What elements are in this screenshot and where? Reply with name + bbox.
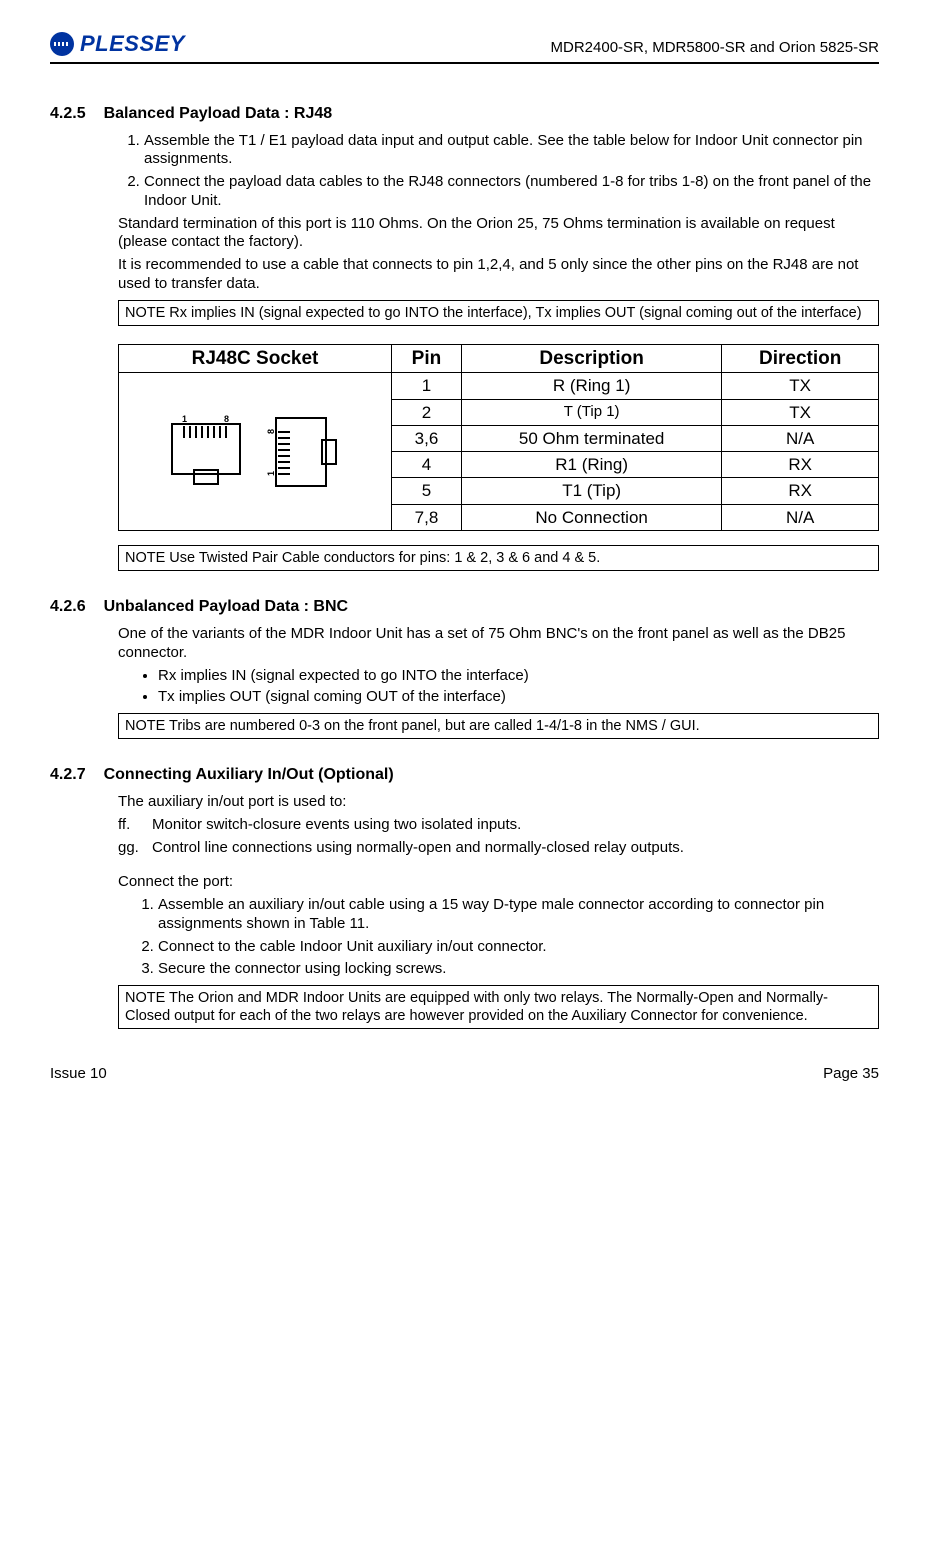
table-cell: 4 — [392, 452, 462, 478]
table-cell: No Connection — [461, 504, 721, 530]
logo-icon — [50, 32, 74, 56]
table-header: Description — [461, 344, 721, 373]
section-heading-426: 4.2.6 Unbalanced Payload Data : BNC — [50, 597, 879, 617]
table-header: RJ48C Socket — [119, 344, 392, 373]
table-cell: 2 — [392, 399, 462, 425]
svg-text:1: 1 — [266, 471, 276, 476]
paragraph: It is recommended to use a cable that co… — [118, 256, 879, 294]
table-cell: R (Ring 1) — [461, 373, 721, 399]
letter-text: Monitor switch-closure events using two … — [152, 816, 521, 835]
bullet-list: Rx implies IN (signal expected to go INT… — [118, 667, 879, 708]
footer-left: Issue 10 — [50, 1065, 107, 1084]
table-cell: 7,8 — [392, 504, 462, 530]
step-item: Connect the payload data cables to the R… — [144, 173, 879, 211]
section-number: 4.2.7 — [50, 765, 86, 785]
table-cell: 3,6 — [392, 425, 462, 451]
paragraph: One of the variants of the MDR Indoor Un… — [118, 625, 879, 663]
page-header: PLESSEY MDR2400-SR, MDR5800-SR and Orion… — [50, 30, 879, 64]
steps-list: Assemble the T1 / E1 payload data input … — [118, 132, 879, 211]
table-cell: 1 — [392, 373, 462, 399]
table-cell: N/A — [722, 504, 879, 530]
steps-list: Assemble an auxiliary in/out cable using… — [118, 896, 879, 979]
section-title: Balanced Payload Data : RJ48 — [104, 104, 333, 124]
bullet-item: Rx implies IN (signal expected to go INT… — [158, 667, 879, 686]
footer-right: Page 35 — [823, 1065, 879, 1084]
note-text: NOTE Tribs are numbered 0-3 on the front… — [125, 718, 700, 734]
table-cell: RX — [722, 478, 879, 504]
page-footer: Issue 10 Page 35 — [50, 1065, 879, 1084]
letter-item: ff. Monitor switch-closure events using … — [118, 816, 879, 835]
table-cell: 50 Ohm terminated — [461, 425, 721, 451]
note-text: NOTE Use Twisted Pair Cable conductors f… — [125, 550, 600, 566]
letter-list: ff. Monitor switch-closure events using … — [118, 816, 879, 858]
logo-text: PLESSEY — [80, 30, 185, 58]
section-number: 4.2.6 — [50, 597, 86, 617]
section-426-body: One of the variants of the MDR Indoor Un… — [118, 625, 879, 739]
paragraph: The auxiliary in/out port is used to: — [118, 793, 879, 812]
section-425-body: Assemble the T1 / E1 payload data input … — [118, 132, 879, 572]
table-cell: TX — [722, 373, 879, 399]
rj48c-socket-table: RJ48C Socket Pin Description Direction — [118, 344, 879, 531]
step-item: Assemble an auxiliary in/out cable using… — [158, 896, 879, 934]
note-box: NOTE Tribs are numbered 0-3 on the front… — [118, 713, 879, 739]
svg-text:8: 8 — [224, 414, 229, 424]
paragraph: Connect the port: — [118, 873, 879, 892]
table-cell: T (Tip 1) — [461, 399, 721, 425]
table-cell: N/A — [722, 425, 879, 451]
table-cell: TX — [722, 399, 879, 425]
bullet-item: Tx implies OUT (signal coming OUT of the… — [158, 688, 879, 707]
note-box: NOTE The Orion and MDR Indoor Units are … — [118, 985, 879, 1029]
table-header: Pin — [392, 344, 462, 373]
note-text: NOTE Rx implies IN (signal expected to g… — [125, 305, 862, 321]
note-box: NOTE Rx implies IN (signal expected to g… — [118, 300, 879, 326]
section-heading-425: 4.2.5 Balanced Payload Data : RJ48 — [50, 104, 879, 124]
section-heading-427: 4.2.7 Connecting Auxiliary In/Out (Optio… — [50, 765, 879, 785]
section-number: 4.2.5 — [50, 104, 86, 124]
note-box: NOTE Use Twisted Pair Cable conductors f… — [118, 545, 879, 571]
letter-label: ff. — [118, 816, 142, 835]
table-header: Direction — [722, 344, 879, 373]
step-item: Assemble the T1 / E1 payload data input … — [144, 132, 879, 170]
letter-label: gg. — [118, 839, 142, 858]
doc-title: MDR2400-SR, MDR5800-SR and Orion 5825-SR — [551, 39, 879, 58]
letter-item: gg. Control line connections using norma… — [118, 839, 879, 858]
section-title: Unbalanced Payload Data : BNC — [104, 597, 349, 617]
section-title: Connecting Auxiliary In/Out (Optional) — [104, 765, 394, 785]
svg-text:1: 1 — [182, 414, 187, 424]
socket-diagram-cell: 1 8 1 — [119, 373, 392, 531]
svg-text:8: 8 — [266, 429, 276, 434]
table-cell: RX — [722, 452, 879, 478]
step-item: Secure the connector using locking screw… — [158, 960, 879, 979]
table-cell: 5 — [392, 478, 462, 504]
step-item: Connect to the cable Indoor Unit auxilia… — [158, 938, 879, 957]
table-cell: R1 (Ring) — [461, 452, 721, 478]
logo: PLESSEY — [50, 30, 185, 58]
section-427-body: The auxiliary in/out port is used to: ff… — [118, 793, 879, 1029]
letter-text: Control line connections using normally-… — [152, 839, 684, 858]
rj48-rotated-icon: 1 8 — [264, 412, 344, 492]
table-cell: T1 (Tip) — [461, 478, 721, 504]
paragraph: Standard termination of this port is 110… — [118, 215, 879, 253]
rj48-upright-icon: 1 8 — [166, 412, 246, 492]
note-text: NOTE The Orion and MDR Indoor Units are … — [125, 990, 828, 1024]
